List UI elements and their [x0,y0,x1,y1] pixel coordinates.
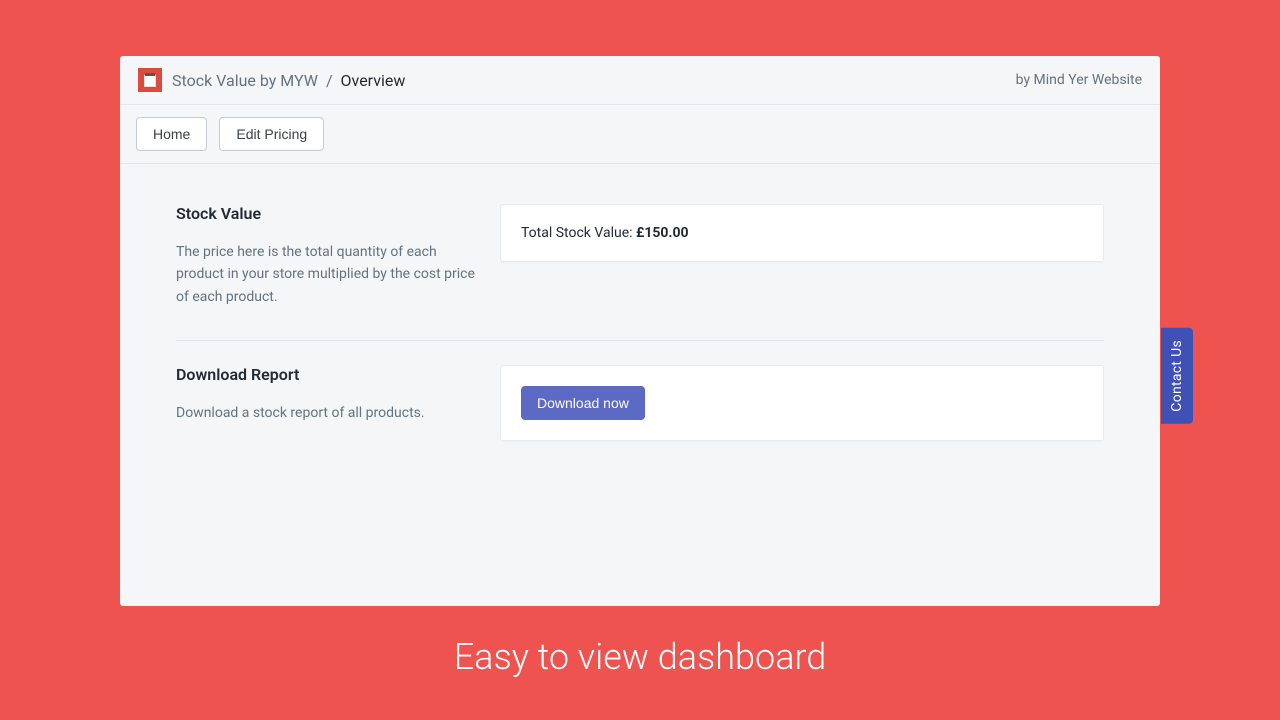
clipboard-icon [138,68,162,92]
download-report-description: Download a stock report of all products. [176,402,476,424]
breadcrumb-app-name[interactable]: Stock Value by MYW [172,71,318,90]
promo-caption: Easy to view dashboard [0,636,1280,678]
app-frame: Stock Value by MYW / Overview by Mind Ye… [120,56,1160,606]
breadcrumb: Stock Value by MYW / Overview [138,68,405,92]
stock-value-title: Stock Value [176,204,476,223]
content-area: Stock Value The price here is the total … [120,164,1160,473]
total-stock-value-amount: £150.00 [636,225,689,241]
download-report-section: Download Report Download a stock report … [176,340,1104,473]
toolbar: Home Edit Pricing [120,105,1160,164]
total-stock-value-label: Total Stock Value: [521,225,636,241]
breadcrumb-separator: / [326,71,333,90]
byline-link[interactable]: by Mind Yer Website [1016,72,1142,88]
app-header: Stock Value by MYW / Overview by Mind Ye… [120,56,1160,105]
download-report-title: Download Report [176,365,476,384]
download-now-button[interactable]: Download now [521,386,645,420]
home-button[interactable]: Home [136,117,207,151]
download-report-card: Download now [500,365,1104,441]
contact-us-tab[interactable]: Contact Us [1161,328,1193,424]
stock-value-card: Total Stock Value: £150.00 [500,204,1104,262]
breadcrumb-current: Overview [341,71,406,90]
stock-value-description: The price here is the total quantity of … [176,241,476,308]
edit-pricing-button[interactable]: Edit Pricing [219,117,324,151]
stock-value-section: Stock Value The price here is the total … [176,184,1104,340]
